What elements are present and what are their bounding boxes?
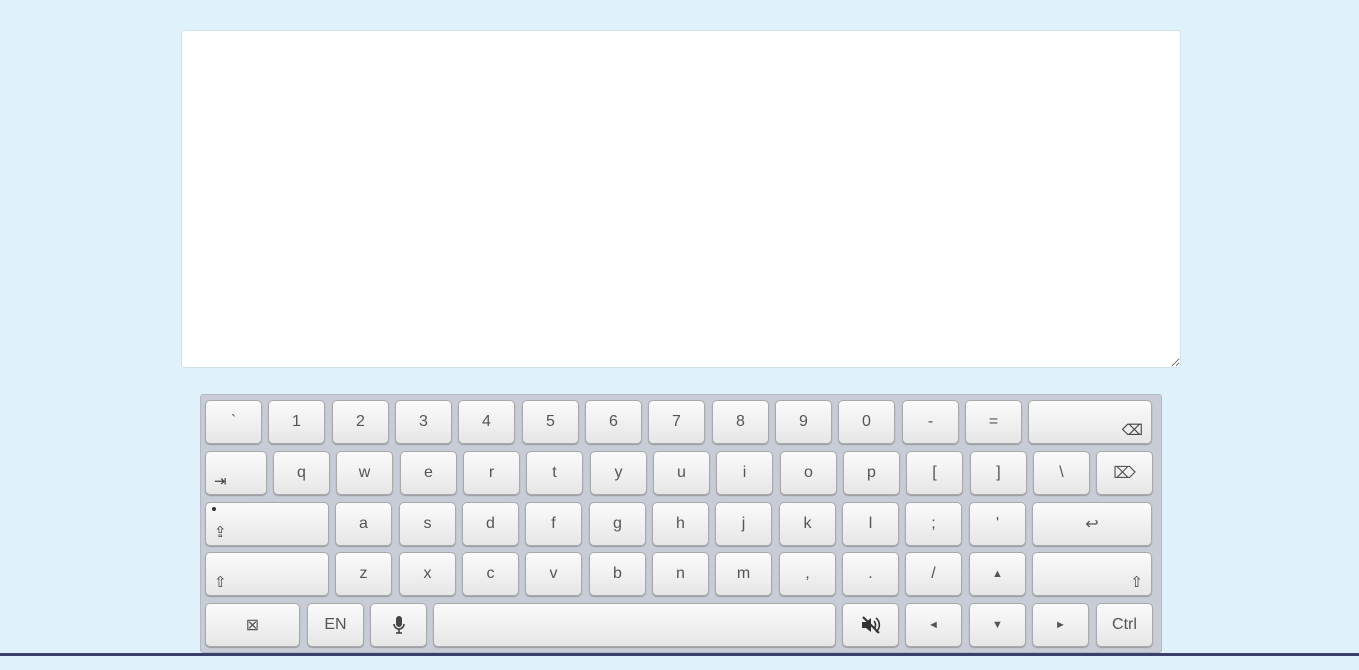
capslock-icon: ⇪ [214,524,227,541]
key-arrow-down[interactable]: ▼ [969,603,1026,647]
key-9[interactable]: 9 [775,400,832,444]
key-1[interactable]: 1 [268,400,325,444]
key-y[interactable]: y [590,451,647,495]
key-tab[interactable]: ⇥ [205,451,267,495]
key-o[interactable]: o [780,451,837,495]
key-backspace[interactable]: ⌫ [1028,400,1152,444]
key-arrow-up[interactable]: ▲ [969,552,1026,596]
key-right-bracket[interactable]: ] [970,451,1027,495]
arrow-down-icon: ▼ [992,619,1003,631]
key-l[interactable]: l [842,502,899,546]
key-q[interactable]: q [273,451,330,495]
key-i[interactable]: i [716,451,773,495]
key-d[interactable]: d [462,502,519,546]
key-s[interactable]: s [399,502,456,546]
key-5[interactable]: 5 [522,400,579,444]
key-c[interactable]: c [462,552,519,596]
key-2[interactable]: 2 [332,400,389,444]
key-8[interactable]: 8 [712,400,769,444]
key-minus[interactable]: - [902,400,959,444]
key-p[interactable]: p [843,451,900,495]
key-arrow-right[interactable]: ► [1032,603,1089,647]
key-equals[interactable]: = [965,400,1022,444]
key-shift-left[interactable]: ⇧ [205,552,329,596]
microphone-icon [392,615,406,635]
key-n[interactable]: n [652,552,709,596]
key-comma[interactable]: , [779,552,836,596]
key-v[interactable]: v [525,552,582,596]
key-4[interactable]: 4 [458,400,515,444]
shift-icon: ⇧ [214,574,227,591]
key-b[interactable]: b [589,552,646,596]
key-0[interactable]: 0 [838,400,895,444]
key-a[interactable]: a [335,502,392,546]
key-quote[interactable]: ' [969,502,1026,546]
text-editor[interactable] [181,30,1181,368]
key-3[interactable]: 3 [395,400,452,444]
enter-icon: ↩ [1085,516,1099,533]
speaker-muted-icon [860,615,882,635]
virtual-keyboard: ` 1 2 3 4 5 6 7 8 9 0 - = ⌫ ⇥ q w e r t … [200,394,1162,653]
key-r[interactable]: r [463,451,520,495]
key-ctrl[interactable]: Ctrl [1096,603,1153,647]
key-j[interactable]: j [715,502,772,546]
capslock-indicator [212,507,216,511]
key-w[interactable]: w [336,451,393,495]
key-space[interactable] [433,603,836,647]
arrow-left-icon: ◄ [928,619,939,631]
key-enter[interactable]: ↩ [1032,502,1152,546]
shift-icon: ⇧ [1130,574,1143,591]
arrow-up-icon: ▲ [992,568,1003,580]
tab-icon: ⇥ [214,473,227,490]
key-backtick[interactable]: ` [205,400,262,444]
backspace-icon: ⌫ [1121,422,1143,439]
key-period[interactable]: . [842,552,899,596]
key-k[interactable]: k [779,502,836,546]
key-h[interactable]: h [652,502,709,546]
key-f[interactable]: f [525,502,582,546]
key-slash[interactable]: / [905,552,962,596]
key-arrow-left[interactable]: ◄ [905,603,962,647]
key-capslock[interactable]: ⇪ [205,502,329,546]
key-x[interactable]: x [399,552,456,596]
key-close-keyboard[interactable]: ⊠ [205,603,300,647]
key-sound-toggle[interactable] [842,603,899,647]
key-left-bracket[interactable]: [ [906,451,963,495]
key-microphone[interactable] [370,603,427,647]
key-z[interactable]: z [335,552,392,596]
close-keyboard-icon: ⊠ [245,617,260,634]
key-delete[interactable]: ⌦ [1096,451,1153,495]
key-backslash[interactable]: \ [1033,451,1090,495]
arrow-right-icon: ► [1055,619,1066,631]
key-6[interactable]: 6 [585,400,642,444]
key-7[interactable]: 7 [648,400,705,444]
bottom-edge-bar [0,653,1359,670]
delete-icon: ⌦ [1113,465,1136,482]
key-g[interactable]: g [589,502,646,546]
key-shift-right[interactable]: ⇧ [1032,552,1152,596]
key-language[interactable]: EN [307,603,364,647]
key-t[interactable]: t [526,451,583,495]
key-semicolon[interactable]: ; [905,502,962,546]
key-e[interactable]: e [400,451,457,495]
key-m[interactable]: m [715,552,772,596]
key-u[interactable]: u [653,451,710,495]
